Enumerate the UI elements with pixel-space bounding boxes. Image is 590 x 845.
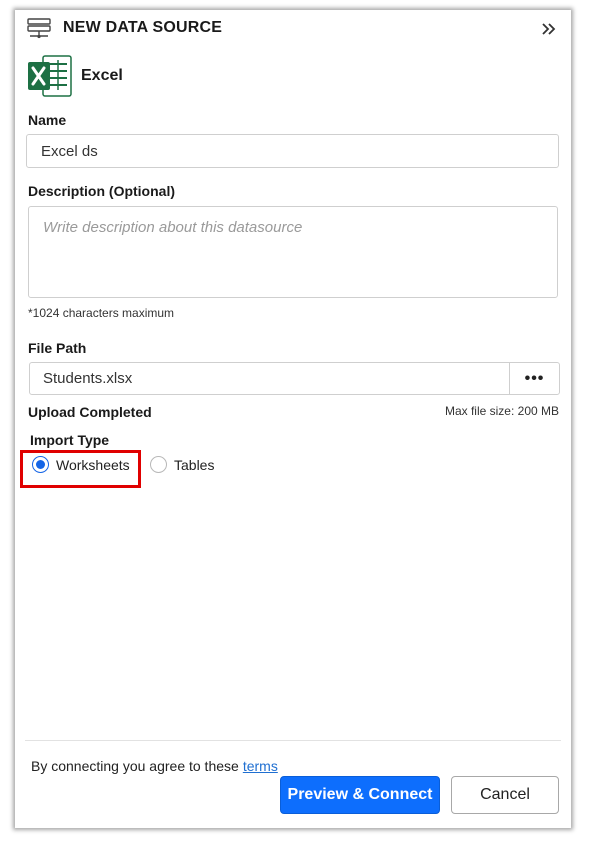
radio-label-worksheets: Worksheets [56, 456, 130, 473]
double-chevron-right-icon[interactable] [539, 20, 559, 38]
description-hint: *1024 characters maximum [28, 306, 175, 320]
terms-link[interactable]: terms [243, 758, 278, 774]
page-title: NEW DATA SOURCE [63, 19, 223, 36]
max-file-size: Max file size: 200 MB [444, 404, 559, 418]
import-type-label: Import Type [30, 432, 110, 448]
description-label: Description (Optional) [28, 183, 175, 199]
panel-header: NEW DATA SOURCE [15, 10, 571, 46]
name-input[interactable] [26, 134, 559, 168]
excel-icon [28, 55, 72, 97]
upload-status: Upload Completed [28, 404, 152, 420]
datasource-icon [27, 18, 51, 39]
radio-label-tables: Tables [174, 456, 215, 473]
radio-button-checked[interactable] [32, 456, 49, 473]
source-name: Excel [81, 67, 123, 84]
preview-connect-button[interactable]: Preview & Connect [280, 776, 440, 814]
footer-divider [25, 740, 561, 741]
cancel-button[interactable]: Cancel [451, 776, 559, 814]
name-label: Name [28, 112, 67, 128]
terms-notice: By connecting you agree to these terms [31, 758, 278, 774]
browse-button[interactable]: ••• [509, 362, 560, 395]
terms-prefix: By connecting you agree to these [31, 758, 239, 774]
file-path-input[interactable] [29, 362, 510, 395]
new-data-source-panel: NEW DATA SOURCE Excel Name Description (… [15, 10, 571, 828]
radio-button-unchecked[interactable] [150, 456, 167, 473]
radio-worksheets[interactable]: Worksheets [32, 456, 130, 473]
file-path-label: File Path [28, 340, 87, 356]
radio-tables[interactable]: Tables [150, 456, 214, 473]
description-input[interactable] [28, 206, 558, 298]
